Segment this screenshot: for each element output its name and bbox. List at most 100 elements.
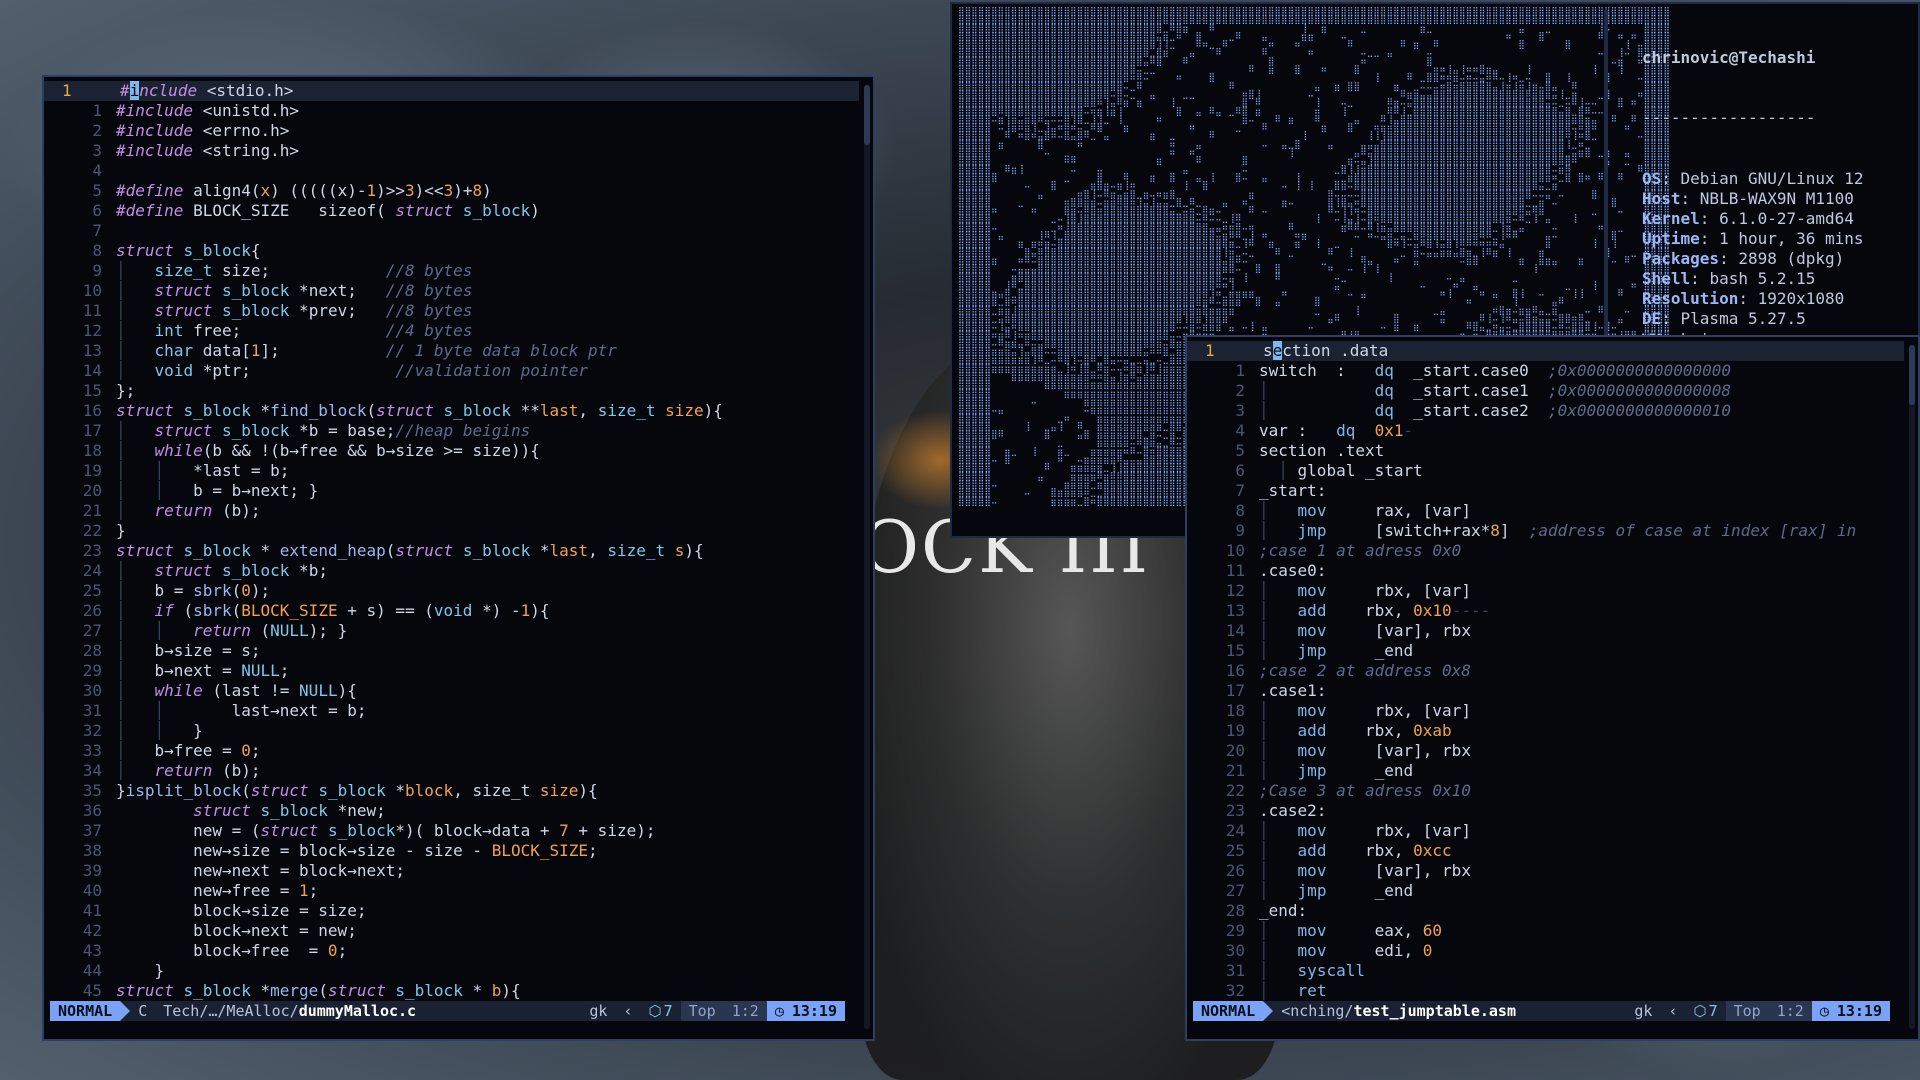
code-line[interactable]: 26 │ if (sbrk(BLOCK_SIZE + s) == (void *)… (44, 601, 859, 621)
line-number: 32 (1225, 981, 1245, 1000)
code-line[interactable]: 23 struct s_block * extend_heap(struct s_… (44, 541, 859, 561)
code-line[interactable]: 28 _end: (1187, 901, 1904, 921)
code-line[interactable]: 10 ;case 1 at adress 0x0 (1187, 541, 1904, 561)
code-line[interactable]: 6 │ global _start (1187, 461, 1904, 481)
line-number: 13 (82, 341, 102, 360)
code-line[interactable]: 5 #define align4(x) (((((x)-1)>>3)<<3)+8) (44, 181, 859, 201)
code-line[interactable]: 14 │ void *ptr; //validation pointer (44, 361, 859, 381)
scrollbar-thumb[interactable] (1909, 345, 1915, 405)
code-line[interactable]: 44 } (44, 961, 859, 981)
code-line[interactable]: 28 │ b→size = s; (44, 641, 859, 661)
code-line[interactable]: 16 struct s_block *find_block(struct s_bl… (44, 401, 859, 421)
code-line[interactable]: 2 │ dq _start.case1 ;0x0000000000000008 (1187, 381, 1904, 401)
code-line[interactable]: 8 │ mov rax, [var] (1187, 501, 1904, 521)
code-line[interactable]: 27 │ jmp _end (1187, 881, 1904, 901)
line-number: 44 (82, 961, 102, 980)
code-area-c[interactable]: 1 #include <stdio.h> 1 #include <unistd.h> 2… (44, 81, 859, 1001)
code-line[interactable]: 24 │ mov rbx, [var] (1187, 821, 1904, 841)
code-line[interactable]: 33 │ b→free = 0; (44, 741, 859, 761)
filetype-badge: C (138, 1002, 148, 1020)
code-line[interactable]: 9 │ size_t size; //8 bytes (44, 261, 859, 281)
code-line[interactable]: 3 #include <string.h> (44, 141, 859, 161)
user-label: gk (589, 1002, 608, 1020)
fetch-field: Host: NBLB-WAX9N M1100 (1642, 189, 1864, 209)
code-line[interactable]: 1 section .data (1187, 341, 1904, 361)
code-line[interactable]: 11 .case0: (1187, 561, 1904, 581)
code-line[interactable]: 35}isplit_block(struct s_block *block, s… (44, 781, 859, 801)
code-line[interactable]: 14 │ mov [var], rbx (1187, 621, 1904, 641)
code-line[interactable]: 25 │ add rbx, 0xcc (1187, 841, 1904, 861)
code-line[interactable]: 27 │ │ return (NULL); } (44, 621, 859, 641)
code-line[interactable]: 25 │ b = sbrk(0); (44, 581, 859, 601)
scrollbar[interactable] (1909, 345, 1915, 1029)
code-line[interactable]: 18 │ mov rbx, [var] (1187, 701, 1904, 721)
code-line[interactable]: 19 │ add rbx, 0xab (1187, 721, 1904, 741)
code-line[interactable]: 17 │ struct s_block *b = base;//heap beig… (44, 421, 859, 441)
line-number: 31 (1225, 961, 1245, 980)
code-line[interactable]: 4 var : dq 0x1- (1187, 421, 1904, 441)
code-line[interactable]: 41 block→size = size; (44, 901, 859, 921)
line-number: 20 (82, 481, 102, 500)
code-line[interactable]: 6 #define BLOCK_SIZE sizeof( struct s_blo… (44, 201, 859, 221)
editor-window-asm[interactable]: 1 section .data 1 switch : dq _start.case0 … (1185, 335, 1920, 1041)
code-line[interactable]: 34 │ return (b); (44, 761, 859, 781)
code-line[interactable]: 2 #include <errno.h> (44, 121, 859, 141)
code-line[interactable]: 1 #include <unistd.h> (44, 101, 859, 121)
code-line[interactable]: 12 │ mov rbx, [var] (1187, 581, 1904, 601)
line-number: 36 (82, 801, 102, 820)
scrollbar-thumb[interactable] (864, 85, 870, 145)
code-line[interactable]: 1 #include <stdio.h> (44, 81, 859, 101)
code-line[interactable]: 21 │ return (b); (44, 501, 859, 521)
code-line[interactable]: 7 _start: (1187, 481, 1904, 501)
code-line[interactable]: 3 │ dq _start.case2 ;0x0000000000000010 (1187, 401, 1904, 421)
code-line[interactable]: 37 new = (struct s_block*)( block→data +… (44, 821, 859, 841)
code-line[interactable]: 20 │ mov [var], rbx (1187, 741, 1904, 761)
code-line[interactable]: 26 │ mov [var], rbx (1187, 861, 1904, 881)
line-text (116, 161, 859, 181)
code-line[interactable]: 19 │ │ *last = b; (44, 461, 859, 481)
editor-window-c[interactable]: 1 #include <stdio.h> 1 #include <unistd.h> 2… (42, 75, 875, 1041)
code-line[interactable]: 21 │ jmp _end (1187, 761, 1904, 781)
code-line[interactable]: 22 ;Case 3 at adress 0x10 (1187, 781, 1904, 801)
line-number: 21 (82, 501, 102, 520)
code-line[interactable]: 9 │ jmp [switch+rax*8] ;address of case a… (1187, 521, 1904, 541)
code-area-asm[interactable]: 1 section .data 1 switch : dq _start.case0 … (1187, 341, 1904, 1001)
code-line[interactable]: 13 │ char data[1]; // 1 byte data block p… (44, 341, 859, 361)
code-line[interactable]: 29 │ mov eax, 60 (1187, 921, 1904, 941)
code-line[interactable]: 32 │ │ } (44, 721, 859, 741)
code-line[interactable]: 30 │ while (last != NULL){ (44, 681, 859, 701)
code-line[interactable]: 20 │ │ b = b→next; } (44, 481, 859, 501)
code-line[interactable]: 17 .case1: (1187, 681, 1904, 701)
code-line[interactable]: 39 new→next = block→next; (44, 861, 859, 881)
code-line[interactable]: 22} (44, 521, 859, 541)
code-line[interactable]: 18 │ while(b && !(b→free && b→size >= siz… (44, 441, 859, 461)
code-line[interactable]: 12 │ int free; //4 bytes (44, 321, 859, 341)
scrollbar[interactable] (864, 85, 870, 1029)
line-text: │ if (sbrk(BLOCK_SIZE + s) == (void *) -… (116, 601, 550, 620)
code-line[interactable]: 43 block→free = 0; (44, 941, 859, 961)
code-line[interactable]: 42 block→next = new; (44, 921, 859, 941)
code-line[interactable]: 38 new→size = block→size - size - BLOCK_… (44, 841, 859, 861)
code-line[interactable]: 15}; (44, 381, 859, 401)
code-line[interactable]: 23 .case2: (1187, 801, 1904, 821)
code-line[interactable]: 16 ;case 2 at address 0x8 (1187, 661, 1904, 681)
code-line[interactable]: 30 │ mov edi, 0 (1187, 941, 1904, 961)
code-line[interactable]: 13 │ add rbx, 0x10---- (1187, 601, 1904, 621)
code-line[interactable]: 24 │ struct s_block *b; (44, 561, 859, 581)
code-line[interactable]: 31 │ │ last→next = b; (44, 701, 859, 721)
code-line[interactable]: 45 struct s_block *merge(struct s_block *… (44, 981, 859, 1001)
code-line[interactable]: 40 new→free = 1; (44, 881, 859, 901)
code-line[interactable]: 7 (44, 221, 859, 241)
code-line[interactable]: 36 struct s_block *new; (44, 801, 859, 821)
code-line[interactable]: 32 │ ret (1187, 981, 1904, 1001)
code-line[interactable]: 1 switch : dq _start.case0 ;0x00000000000… (1187, 361, 1904, 381)
code-line[interactable]: 31 │ syscall (1187, 961, 1904, 981)
code-line[interactable]: 11 │ struct s_block *prev; //8 bytes (44, 301, 859, 321)
code-line[interactable]: 5 section .text (1187, 441, 1904, 461)
code-line[interactable]: 10 │ struct s_block *next; //8 bytes (44, 281, 859, 301)
code-line[interactable]: 15 │ jmp _end (1187, 641, 1904, 661)
code-line[interactable]: 29 │ b→next = NULL; (44, 661, 859, 681)
code-line[interactable]: 8 struct s_block{ (44, 241, 859, 261)
code-line[interactable]: 4 (44, 161, 859, 181)
fetch-value: : bash 5.2.15 (1690, 269, 1816, 289)
